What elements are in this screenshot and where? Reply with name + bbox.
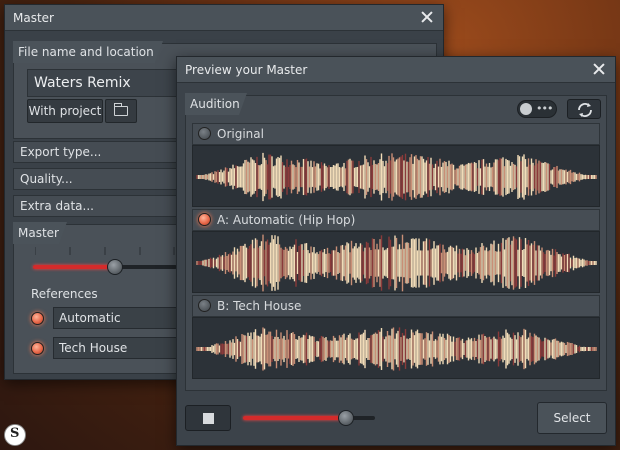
track-automatic-waveform[interactable] <box>192 231 600 293</box>
master-titlebar: Master <box>5 5 443 31</box>
waveform-automatic <box>196 234 597 292</box>
references-label: References <box>31 287 98 301</box>
master-section-label: Master <box>18 226 59 240</box>
magazine-logo: S <box>4 424 26 446</box>
track-tech-house-radio[interactable] <box>198 299 211 312</box>
track-original-label: Original <box>217 127 264 141</box>
audition-label: Audition <box>190 97 240 111</box>
stop-button[interactable] <box>185 405 231 431</box>
refresh-icon[interactable] <box>567 99 601 119</box>
reference-automatic-label: Automatic <box>59 311 121 325</box>
quality-label: Quality... <box>20 172 73 186</box>
preview-titlebar: Preview your Master <box>177 57 615 83</box>
master-slider-fill <box>33 265 115 269</box>
track-automatic-radio[interactable] <box>198 213 211 226</box>
folder-icon <box>113 103 128 116</box>
reference-tech-house-radio[interactable] <box>31 342 44 355</box>
close-icon[interactable] <box>419 9 435 25</box>
file-name-value: Waters Remix <box>34 75 131 91</box>
volume-slider-knob[interactable] <box>338 410 354 426</box>
reference-automatic-radio[interactable] <box>31 312 44 325</box>
master-section-header: Master <box>13 222 67 244</box>
track-automatic-label: A: Automatic (Hip Hop) <box>217 213 356 227</box>
reference-tech-house-label: Tech House <box>59 341 128 355</box>
slider-ticks <box>35 247 175 255</box>
track-original-radio[interactable] <box>198 127 211 140</box>
volume-slider-fill <box>243 416 346 420</box>
track-tech-house-waveform[interactable] <box>192 317 600 379</box>
close-icon[interactable] <box>591 61 607 77</box>
with-project-label: With project <box>28 104 102 118</box>
preview-title: Preview your Master <box>185 63 308 77</box>
select-button[interactable]: Select <box>537 402 607 434</box>
track-tech-house-label: B: Tech House <box>217 299 302 313</box>
file-section-header: File name and location <box>13 41 163 63</box>
toggle-icon[interactable]: ••• <box>517 100 557 118</box>
file-section-label: File name and location <box>18 45 154 59</box>
extra-data-label: Extra data... <box>20 199 94 213</box>
with-project-button[interactable]: With project <box>27 99 103 123</box>
audition-section-header: Audition <box>185 93 247 115</box>
master-title: Master <box>13 11 54 25</box>
waveform-original <box>196 152 597 202</box>
track-automatic-header[interactable]: A: Automatic (Hip Hop) <box>192 209 600 231</box>
waveform-tech-house <box>196 327 597 371</box>
track-original-waveform[interactable] <box>192 145 600 207</box>
track-original-header[interactable]: Original <box>192 123 600 145</box>
track-tech-house-header[interactable]: B: Tech House <box>192 295 600 317</box>
logo-letter: S <box>10 426 20 441</box>
select-label: Select <box>553 411 591 425</box>
browse-folder-button[interactable] <box>105 99 137 123</box>
master-slider-knob[interactable] <box>107 259 123 275</box>
export-type-label: Export type... <box>20 145 102 159</box>
stop-icon <box>203 413 214 424</box>
preview-window: Preview your Master Audition ••• Origina… <box>176 56 616 446</box>
